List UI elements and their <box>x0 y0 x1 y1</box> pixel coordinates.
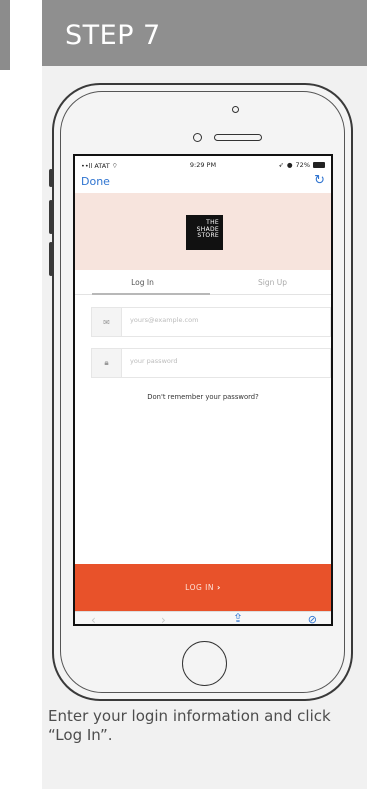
back-arrow-icon[interactable]: ‹ <box>91 613 96 624</box>
phone-illustration: ••ll ATAT ⌔ 9:29 PM ➶ ● 72% Done ↻ THE S… <box>49 83 353 701</box>
step-panel: STEP 7 ••ll ATAT ⌔ 9:29 PM ➶ ● 72% Done … <box>42 0 367 789</box>
volume-up-button <box>49 200 53 234</box>
front-camera <box>193 133 202 142</box>
step-title: STEP 7 <box>65 19 161 51</box>
alarm-icon: ● <box>286 161 293 169</box>
log-in-button[interactable]: LOG IN › <box>75 564 331 611</box>
earpiece-speaker <box>214 134 262 141</box>
shade-store-logo: THE SHADE STORE <box>186 215 223 250</box>
done-button[interactable]: Done <box>81 175 110 188</box>
forward-arrow-icon[interactable]: › <box>161 613 166 624</box>
step-header: STEP 7 <box>42 0 367 66</box>
home-button <box>182 641 227 686</box>
step-caption: Enter your login information and click “… <box>48 707 331 744</box>
log-in-button-label: LOG IN <box>185 583 215 592</box>
chevron-right-icon: › <box>217 583 221 592</box>
browser-nav: Done ↻ <box>75 173 331 193</box>
battery-percent: 72% <box>295 161 310 169</box>
left-divider-bar <box>0 0 10 70</box>
reload-icon[interactable]: ↻ <box>314 173 325 188</box>
logo-line-3: STORE <box>197 232 219 239</box>
email-input[interactable] <box>130 316 320 324</box>
compass-icon[interactable]: ⊘ <box>308 613 317 624</box>
share-icon[interactable]: ⇪ <box>233 611 243 624</box>
auth-tabs: Log In Sign Up <box>75 270 331 295</box>
status-right: ➶ ● 72% <box>278 161 325 169</box>
volume-down-button <box>49 242 53 276</box>
password-field: 🔒︎ <box>91 348 331 378</box>
status-bar: ••ll ATAT ⌔ 9:29 PM ➶ ● 72% <box>75 156 331 173</box>
active-tab-indicator <box>92 293 210 295</box>
mute-switch <box>49 169 53 187</box>
password-input[interactable] <box>130 357 320 365</box>
brand-header: THE SHADE STORE <box>75 193 331 270</box>
lock-icon: 🔒︎ <box>92 349 122 377</box>
proximity-sensor <box>232 106 239 113</box>
battery-icon <box>313 162 325 168</box>
forgot-password-link[interactable]: Don't remember your password? <box>75 393 331 401</box>
tab-log-in[interactable]: Log In <box>75 278 210 287</box>
tab-sign-up[interactable]: Sign Up <box>210 278 331 287</box>
location-icon: ➶ <box>278 161 284 169</box>
email-field: ✉ <box>91 307 331 337</box>
browser-toolbar: ‹ › ⇪ ⊘ <box>75 611 331 624</box>
envelope-icon: ✉ <box>92 308 122 336</box>
phone-screen: ••ll ATAT ⌔ 9:29 PM ➶ ● 72% Done ↻ THE S… <box>73 154 333 626</box>
